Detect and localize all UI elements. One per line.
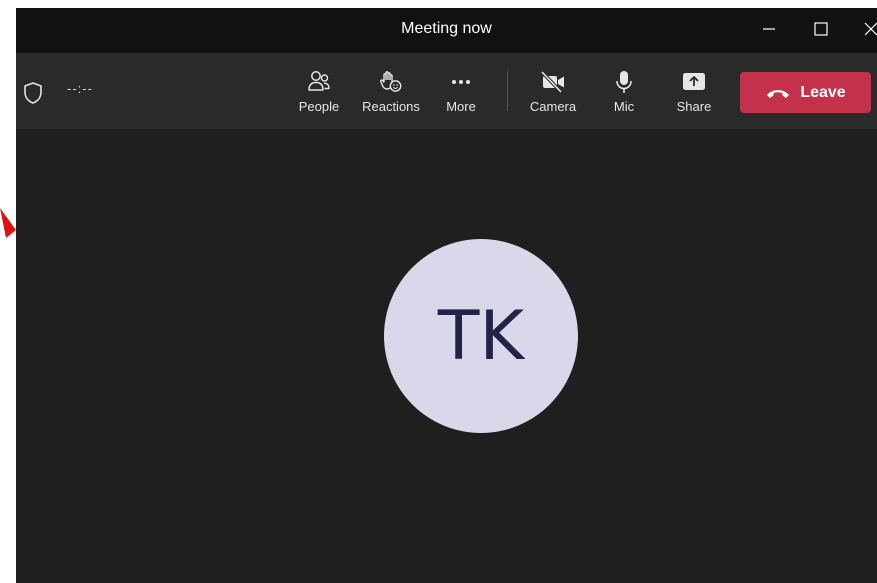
maximize-button[interactable] <box>798 8 844 50</box>
shield-icon <box>24 82 42 104</box>
minimize-icon <box>763 28 775 30</box>
camera-button[interactable]: Camera <box>521 67 585 119</box>
camera-off-icon <box>540 70 564 94</box>
minimize-button[interactable] <box>746 8 792 50</box>
mic-button[interactable]: Mic <box>592 67 656 119</box>
participant-avatar[interactable]: TK <box>384 239 578 433</box>
close-icon <box>864 22 877 36</box>
meeting-security-button[interactable] <box>22 81 44 110</box>
people-button[interactable]: People <box>287 67 351 119</box>
camera-label: Camera <box>529 99 577 114</box>
reactions-label: Reactions <box>362 99 420 114</box>
microphone-icon <box>616 71 632 93</box>
more-dots-icon <box>452 80 470 84</box>
mic-label: Mic <box>613 99 635 114</box>
meeting-toolbar: --:-- People Reactions More Camera Mic S… <box>16 53 877 129</box>
leave-button[interactable]: Leave <box>740 72 871 113</box>
toolbar-divider <box>507 71 508 111</box>
title-bar: Meeting now <box>16 8 877 53</box>
reaction-hand-icon <box>380 71 402 92</box>
people-icon <box>308 71 330 91</box>
hang-up-phone-icon <box>767 89 790 98</box>
reactions-button[interactable]: Reactions <box>359 67 423 119</box>
meeting-window: Meeting now --:-- People Reactions More … <box>16 8 877 583</box>
close-button[interactable] <box>848 8 877 50</box>
more-label: More <box>446 99 476 114</box>
avatar-initials: TK <box>437 296 525 376</box>
share-button[interactable]: Share <box>662 67 726 119</box>
share-label: Share <box>676 99 712 114</box>
leave-label: Leave <box>800 83 846 101</box>
maximize-icon <box>814 22 828 36</box>
meeting-timer: --:-- <box>67 81 93 96</box>
more-button[interactable]: More <box>429 67 493 119</box>
video-stage: TK <box>16 129 877 583</box>
share-tray-icon <box>683 73 705 90</box>
people-label: People <box>298 99 340 114</box>
